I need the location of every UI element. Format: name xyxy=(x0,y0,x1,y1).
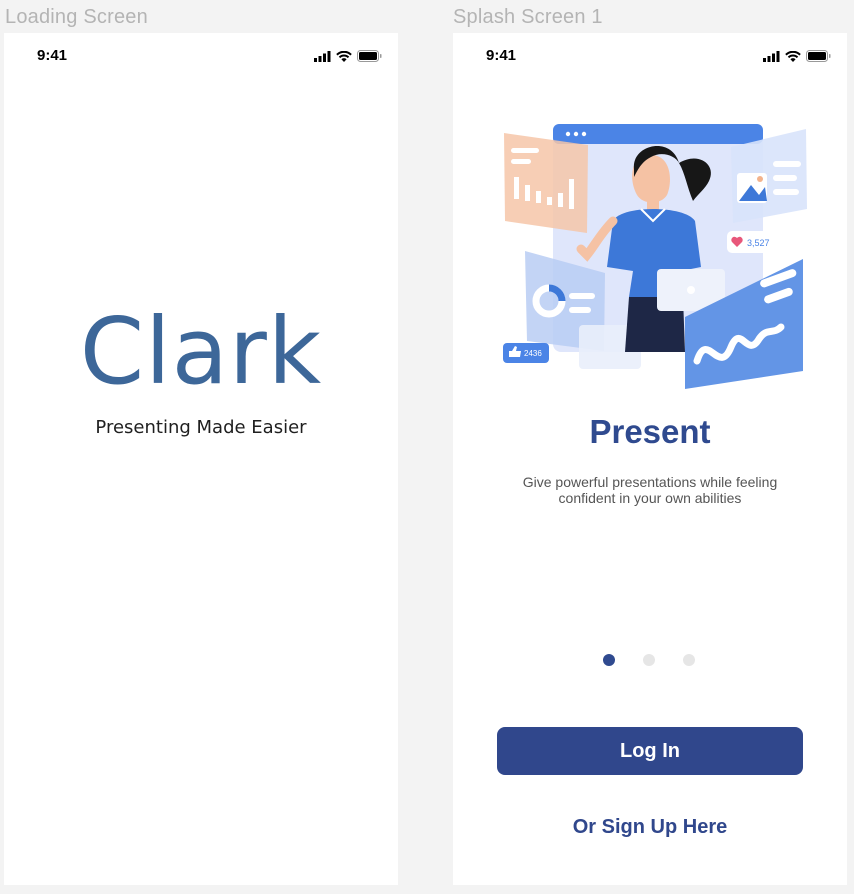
status-bar: 9:41 xyxy=(453,33,847,77)
brand-title: Clark xyxy=(79,298,323,405)
brand-tagline: Presenting Made Easier xyxy=(95,417,307,438)
status-icons xyxy=(314,50,382,62)
signal-icon xyxy=(314,50,331,62)
wifi-icon xyxy=(785,50,801,62)
wifi-icon xyxy=(336,50,352,62)
login-button[interactable]: Log In xyxy=(497,727,803,775)
splash-title: Present xyxy=(589,413,711,450)
splash-description: Give powerful presentations while feelin… xyxy=(522,474,778,506)
splash-screen: 9:41 3,527 2436 Present Give powerful pr… xyxy=(453,33,847,885)
presenter-illustration: 3,527 2436 xyxy=(503,124,807,389)
pagination-dot[interactable] xyxy=(683,654,695,666)
svg-text:3,527: 3,527 xyxy=(747,238,770,248)
pagination-dots xyxy=(603,654,695,666)
battery-icon xyxy=(357,50,382,62)
frame-label-splash: Splash Screen 1 xyxy=(453,6,603,28)
status-bar: 9:41 xyxy=(4,33,398,77)
signup-link[interactable]: Or Sign Up Here xyxy=(453,816,847,839)
status-icons xyxy=(763,50,831,62)
loading-screen: 9:41 Clark Presenting Made Easier xyxy=(4,33,398,885)
battery-icon xyxy=(806,50,831,62)
signal-icon xyxy=(763,50,780,62)
status-time: 9:41 xyxy=(486,47,517,64)
pagination-dot-active[interactable] xyxy=(603,654,615,666)
svg-text:2436: 2436 xyxy=(524,349,542,358)
frame-label-loading: Loading Screen xyxy=(5,6,148,28)
pagination-dot[interactable] xyxy=(643,654,655,666)
status-time: 9:41 xyxy=(37,47,68,64)
